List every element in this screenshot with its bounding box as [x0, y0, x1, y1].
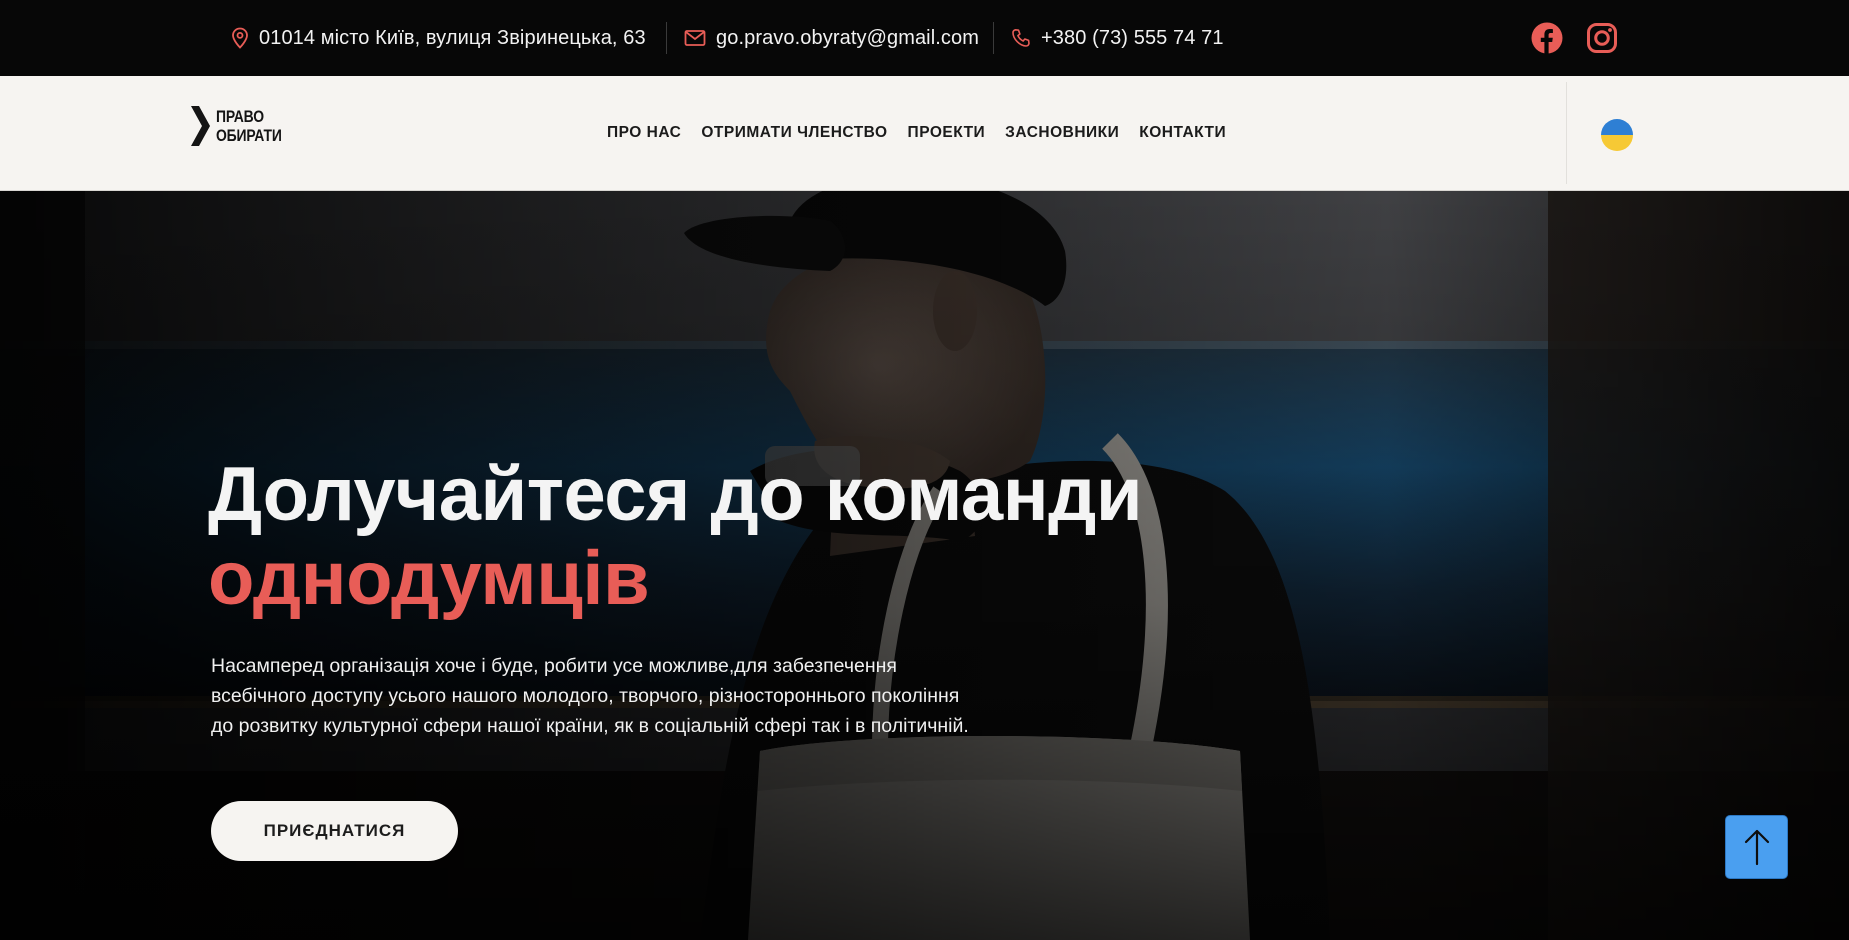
hero-description-line: до розвитку культурної сфери нашої країн…	[211, 715, 969, 737]
nav-item-founders[interactable]: ЗАСНОВНИКИ	[1005, 124, 1119, 142]
instagram-icon[interactable]	[1586, 22, 1618, 54]
divider	[993, 22, 994, 54]
top-contact-bar: 01014 місто Київ, вулиця Звіринецька, 63…	[0, 0, 1849, 76]
hero-description-line: Насамперед організація хоче і буде, роби…	[211, 655, 897, 677]
nav-item-projects[interactable]: ПРОЕКТИ	[908, 124, 986, 142]
address-text: 01014 місто Київ, вулиця Звіринецька, 63	[259, 26, 646, 49]
facebook-icon[interactable]	[1531, 22, 1563, 54]
phone-icon	[1012, 29, 1030, 47]
logo-wordmark: ПРАВО ОБИРАТИ	[216, 107, 282, 145]
nav-item-contacts[interactable]: КОНТАКТИ	[1139, 124, 1226, 142]
ukraine-flag-icon[interactable]	[1601, 119, 1633, 151]
email-link[interactable]: go.pravo.obyraty@gmail.com	[684, 0, 979, 76]
social-links	[1531, 0, 1618, 76]
hero-description-line: всебічного доступу усього нашого молодог…	[211, 685, 960, 707]
phone-link[interactable]: +380 (73) 555 74 71	[1011, 0, 1224, 76]
join-button[interactable]: ПРИЄДНАТИСЯ	[211, 801, 458, 861]
scroll-to-top-button[interactable]	[1726, 816, 1787, 878]
hero-title-line: Долучайтеся до команди	[208, 452, 1143, 537]
logo-line-2: ОБИРАТИ	[216, 126, 282, 145]
nav-menu: ПРО НАС ОТРИМАТИ ЧЛЕНСТВО ПРОЕКТИ ЗАСНОВ…	[607, 76, 1246, 190]
hero-title: Долучайтеся до команди однодумців	[208, 452, 1143, 621]
address-info: 01014 місто Київ, вулиця Звіринецька, 63	[231, 0, 646, 76]
hero-section: Долучайтеся до команди однодумців Насамп…	[0, 191, 1849, 940]
divider	[1566, 82, 1567, 184]
envelope-icon	[684, 30, 706, 46]
map-pin-icon	[232, 27, 248, 49]
hero-description: Насамперед організація хоче і буде, роби…	[211, 651, 1031, 741]
hero-title-accent: однодумців	[208, 536, 650, 621]
divider	[666, 22, 667, 54]
chevron-logo-icon	[191, 106, 210, 146]
email-text: go.pravo.obyraty@gmail.com	[716, 26, 980, 49]
nav-item-membership[interactable]: ОТРИМАТИ ЧЛЕНСТВО	[701, 124, 887, 142]
site-logo[interactable]: ПРАВО ОБИРАТИ	[190, 106, 296, 146]
logo-line-1: ПРАВО	[216, 107, 264, 126]
phone-text: +380 (73) 555 74 71	[1041, 26, 1224, 49]
arrow-up-icon	[1744, 829, 1769, 866]
nav-item-about[interactable]: ПРО НАС	[607, 124, 681, 142]
main-navigation: ПРАВО ОБИРАТИ ПРО НАС ОТРИМАТИ ЧЛЕНСТВО …	[0, 76, 1849, 191]
